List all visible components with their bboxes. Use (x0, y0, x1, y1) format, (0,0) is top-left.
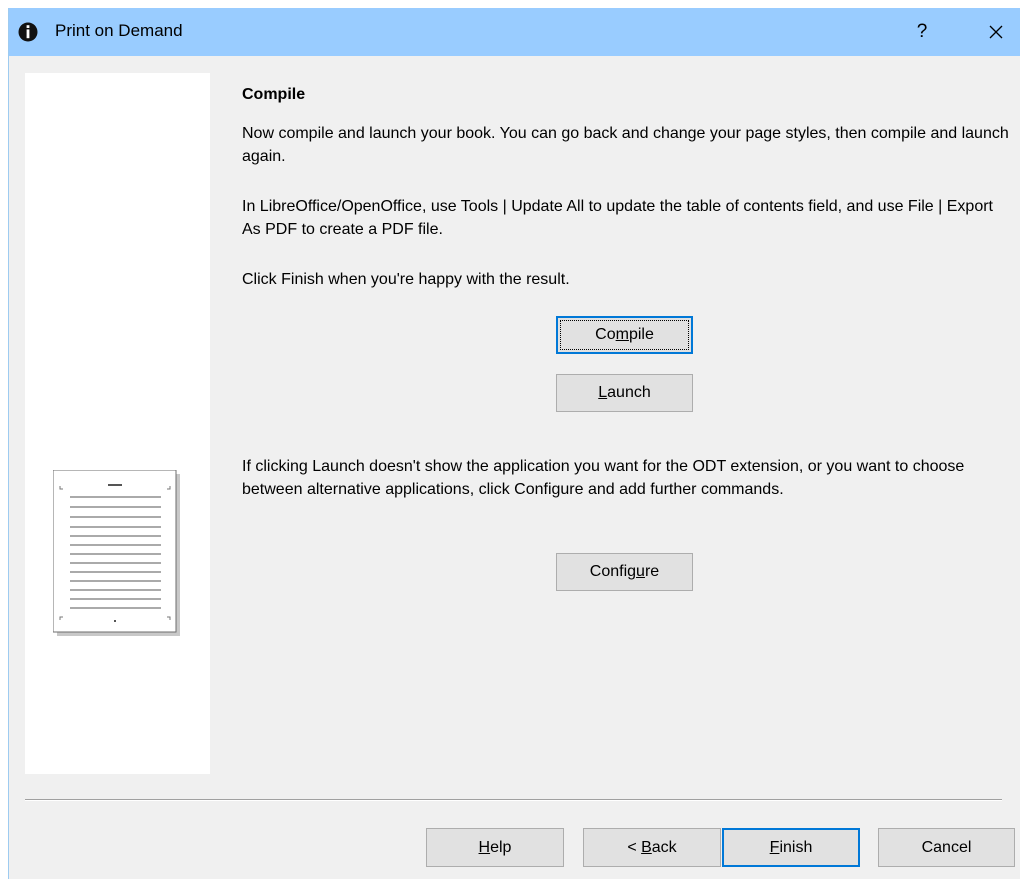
print-on-demand-dialog: Print on Demand ? Compile Now compile an… (8, 8, 1020, 879)
instructions-text: In LibreOffice/OpenOffice, use Tools | U… (242, 198, 993, 238)
back-button[interactable]: < Back (583, 828, 721, 867)
wizard-side-panel (25, 73, 210, 774)
info-icon (18, 22, 38, 42)
back-button-label: < Back (627, 838, 677, 856)
finish-button-label: Finish (769, 838, 813, 856)
close-button[interactable] (973, 8, 1019, 56)
launch-button-label: Launch (598, 384, 651, 401)
configure-hint-text: If clicking Launch doesn't show the appl… (242, 458, 965, 498)
window-title: Print on Demand (55, 21, 183, 40)
cancel-button-label: Cancel (921, 838, 972, 856)
configure-button-label: Configure (589, 563, 660, 580)
close-icon (989, 25, 1003, 39)
help-titlebar-button[interactable]: ? (899, 8, 945, 56)
finish-hint-text: Click Finish when you're happy with the … (242, 271, 570, 288)
footer-separator (25, 799, 1002, 801)
launch-button[interactable]: Launch (556, 374, 693, 412)
configure-button[interactable]: Configure (556, 553, 693, 591)
help-titlebar-label: ? (916, 21, 928, 42)
document-page-icon (53, 470, 180, 636)
intro-text: Now compile and launch your book. You ca… (242, 125, 1009, 165)
compile-button-label: Compile (595, 326, 654, 343)
finish-button[interactable]: Finish (722, 828, 860, 867)
help-button[interactable]: Help (426, 828, 564, 867)
page-heading: Compile (242, 86, 306, 103)
compile-button[interactable]: Compile (556, 316, 693, 354)
title-bar: Print on Demand ? (9, 8, 1020, 56)
help-button-label: Help (478, 838, 512, 856)
cancel-button[interactable]: Cancel (878, 828, 1015, 867)
